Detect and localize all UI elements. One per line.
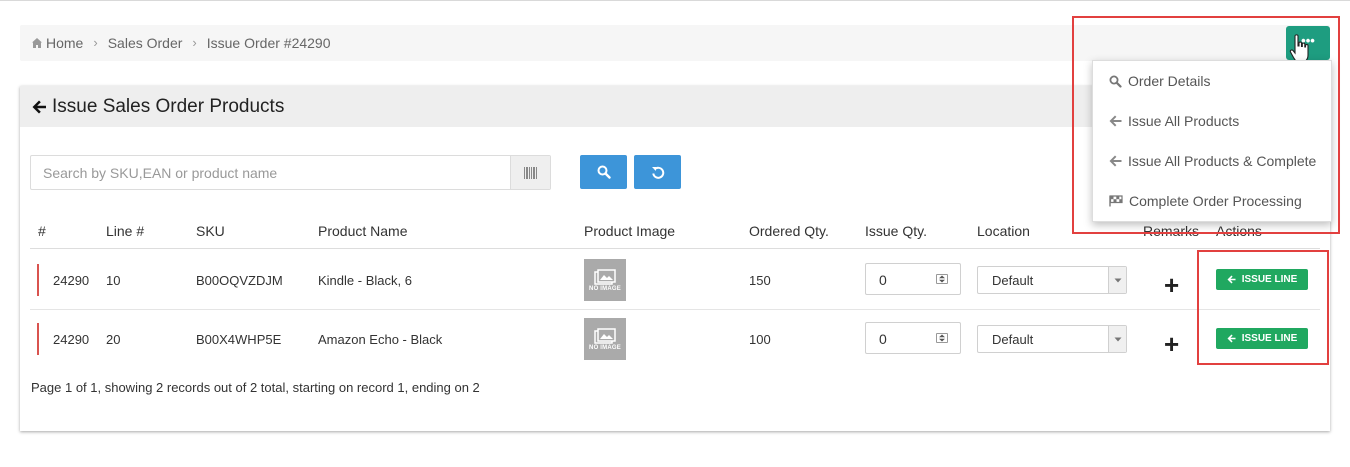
undo-icon — [651, 166, 664, 179]
column-header-id: # — [38, 223, 46, 239]
row-status-marker — [37, 323, 39, 355]
pagination-summary: Page 1 of 1, showing 2 records out of 2 … — [31, 380, 480, 395]
column-header-product-name: Product Name — [318, 223, 408, 239]
column-header-ordered-qty: Ordered Qty. — [749, 223, 829, 239]
row-divider — [30, 309, 1320, 310]
spinner-icon[interactable] — [936, 274, 948, 284]
back-arrow-icon[interactable] — [31, 99, 47, 115]
row-ordered-qty: 150 — [749, 273, 771, 288]
product-image: NO IMAGE — [584, 259, 626, 301]
issue-qty-stepper[interactable]: 0 — [865, 263, 961, 295]
location-value: Default — [992, 332, 1034, 347]
reset-button[interactable] — [634, 155, 681, 189]
chevron-right-icon: › — [93, 35, 98, 50]
breadcrumb-current: Issue Order #24290 — [206, 35, 331, 51]
home-icon — [32, 38, 42, 48]
no-image-text: NO IMAGE — [589, 285, 621, 292]
page-title: Issue Sales Order Products — [31, 86, 284, 127]
barcode-icon — [523, 166, 537, 179]
breadcrumb-home[interactable]: Home — [46, 25, 83, 61]
chevron-down-icon[interactable] — [1108, 326, 1126, 352]
column-header-sku: SKU — [196, 223, 225, 239]
add-remark-icon[interactable]: + — [1164, 272, 1179, 298]
breadcrumb: Home › Sales Order › Issue Order #24290 — [31, 25, 331, 61]
top-divider — [0, 0, 1350, 1]
row-status-marker — [37, 264, 39, 296]
search-group — [30, 155, 551, 190]
row-line: 20 — [106, 332, 121, 347]
location-select[interactable]: Default — [977, 266, 1127, 294]
spinner-icon[interactable] — [936, 333, 948, 343]
search-button[interactable] — [580, 155, 627, 189]
search-input[interactable] — [31, 156, 509, 189]
column-header-issue-qty: Issue Qty. — [865, 223, 927, 239]
row-sku: B00X4WHP5E — [196, 332, 282, 347]
column-header-location: Location — [977, 223, 1030, 239]
location-value: Default — [992, 273, 1034, 288]
row-ordered-qty: 100 — [749, 332, 771, 347]
location-select[interactable]: Default — [977, 325, 1127, 353]
highlight-menu-annotation — [1072, 16, 1340, 234]
issue-qty-value: 0 — [879, 272, 887, 288]
search-icon — [597, 165, 611, 179]
row-sku: B00OQVZDJM — [196, 273, 283, 288]
row-id: 24290 — [53, 332, 90, 347]
product-image: NO IMAGE — [584, 318, 626, 360]
row-product-name: Kindle - Black, 6 — [318, 273, 412, 288]
column-header-line: Line # — [106, 223, 145, 239]
page-title-text: Issue Sales Order Products — [52, 96, 285, 117]
table-header-divider — [30, 248, 1320, 249]
image-placeholder-icon — [594, 268, 616, 285]
no-image-text: NO IMAGE — [589, 344, 621, 351]
highlight-actions-annotation — [1197, 250, 1329, 365]
column-header-product-image: Product Image — [584, 223, 676, 239]
row-product-name: Amazon Echo - Black — [318, 332, 443, 347]
row-line: 10 — [106, 273, 121, 288]
barcode-button[interactable] — [510, 156, 550, 189]
row-id: 24290 — [53, 273, 90, 288]
issue-qty-value: 0 — [879, 331, 887, 347]
issue-qty-stepper[interactable]: 0 — [865, 322, 961, 354]
image-placeholder-icon — [594, 327, 616, 344]
add-remark-icon[interactable]: + — [1164, 331, 1179, 357]
chevron-down-icon[interactable] — [1108, 267, 1126, 293]
breadcrumb-sales-order[interactable]: Sales Order — [108, 25, 183, 61]
chevron-right-icon: › — [192, 35, 197, 50]
